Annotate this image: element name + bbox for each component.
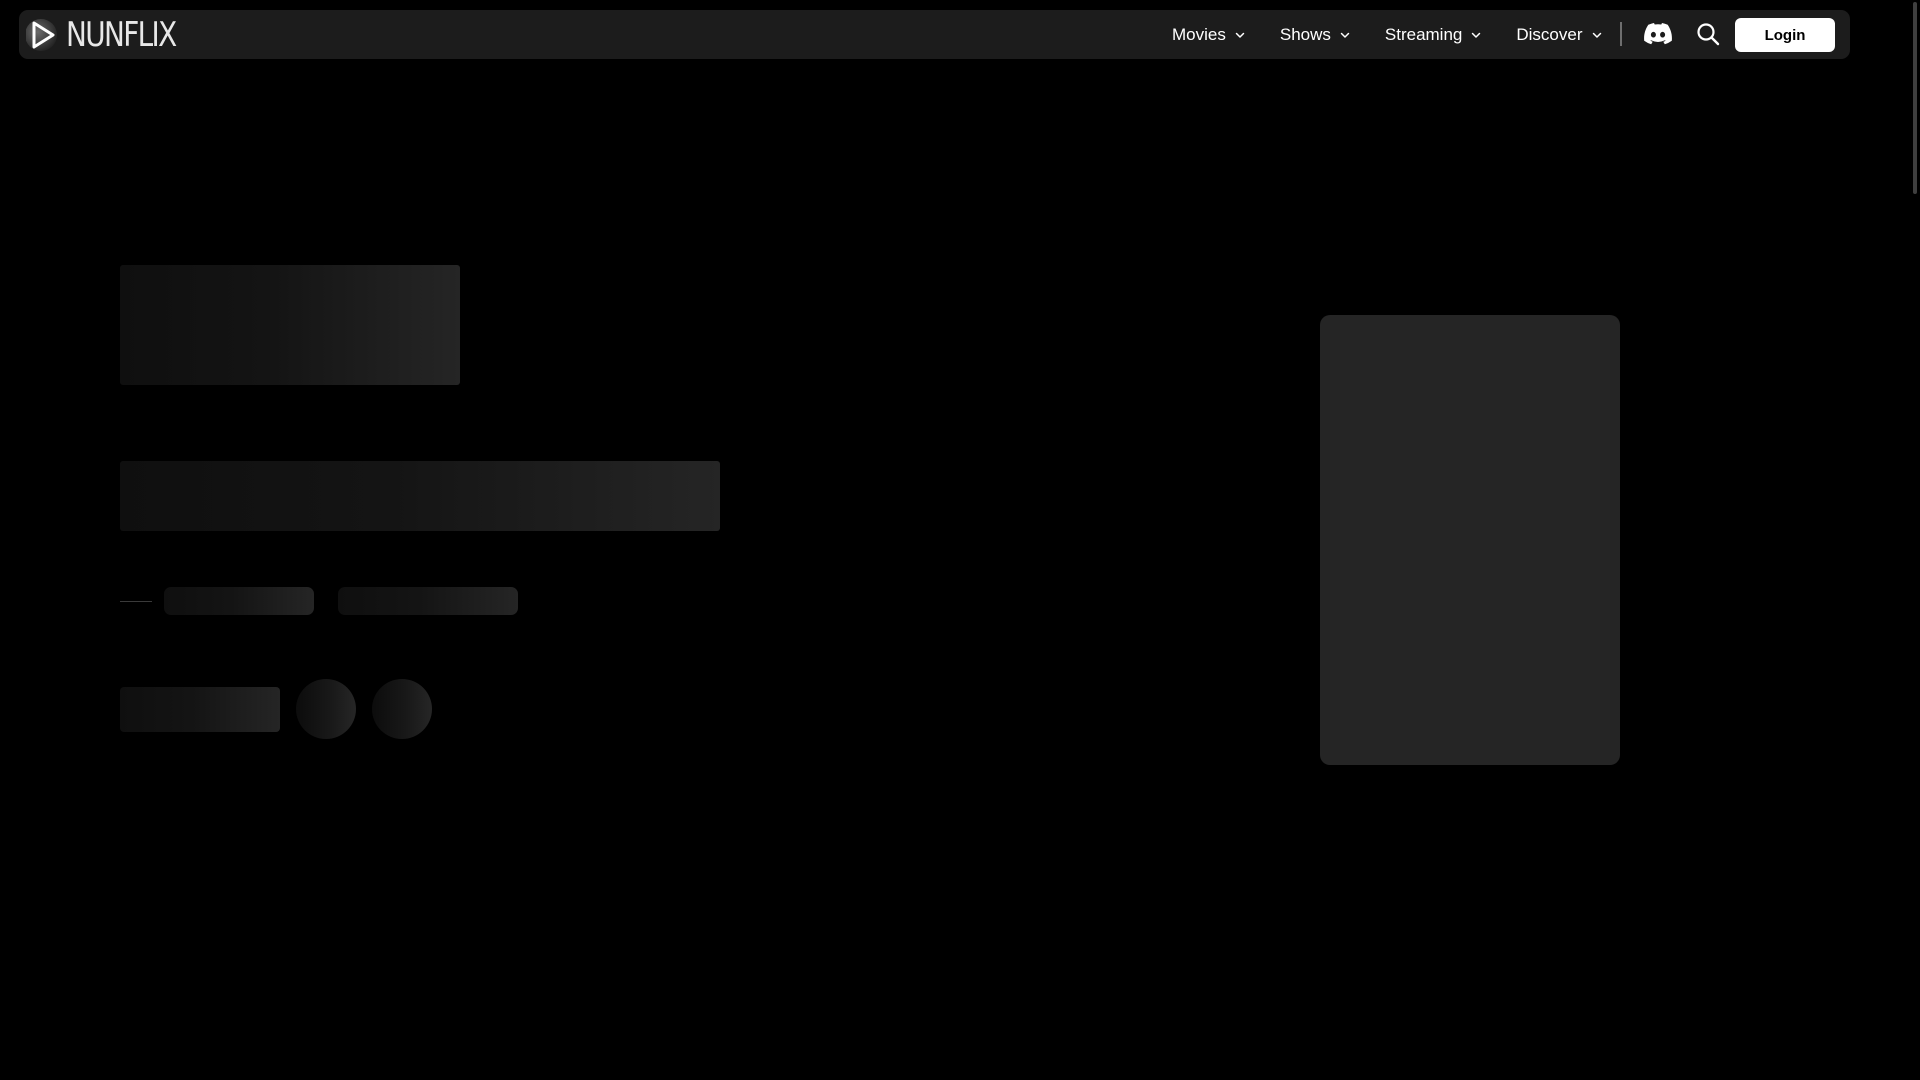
search-icon: [1697, 23, 1720, 46]
meta-divider: [120, 601, 152, 602]
search-button[interactable]: [1696, 22, 1720, 46]
nav-item-label: Streaming: [1384, 24, 1463, 44]
nav-menu: Movies Shows Streaming Discover: [1172, 10, 1637, 59]
chevron-down-icon: [1235, 32, 1245, 38]
poster-placeholder: [1320, 315, 1620, 765]
scrollbar-thumb[interactable]: [1913, 2, 1917, 194]
play-button-placeholder: [120, 687, 280, 732]
play-logo-icon: [26, 19, 57, 51]
chevron-down-icon: [1472, 32, 1481, 38]
nav-item-movies[interactable]: Movies: [1172, 25, 1246, 45]
action-button-placeholder: [296, 679, 356, 739]
logo-text: NUNFLIX: [66, 15, 177, 55]
nav-item-streaming[interactable]: Streaming: [1385, 25, 1482, 45]
nav-item-discover[interactable]: Discover: [1516, 25, 1602, 45]
chevron-down-icon: [1340, 32, 1350, 38]
discord-icon: [1644, 23, 1672, 45]
nav-item-shows[interactable]: Shows: [1280, 25, 1351, 45]
title-placeholder: [120, 265, 460, 385]
login-button[interactable]: Login: [1735, 18, 1835, 52]
nav-divider: [1620, 22, 1622, 46]
nav-item-label: Shows: [1279, 24, 1331, 44]
meta-placeholder: [164, 587, 314, 615]
subtitle-placeholder: [120, 461, 720, 531]
nav-item-label: Movies: [1172, 24, 1226, 44]
action-button-placeholder: [372, 679, 432, 739]
nav-item-label: Discover: [1516, 24, 1583, 44]
discord-button[interactable]: [1644, 22, 1672, 46]
chevron-down-icon: [1592, 32, 1601, 38]
meta-placeholder: [338, 587, 518, 615]
nunflix-logo[interactable]: NUNFLIX: [26, 17, 200, 53]
top-navbar: NUNFLIX Movies Shows Streaming Discover: [19, 10, 1850, 59]
